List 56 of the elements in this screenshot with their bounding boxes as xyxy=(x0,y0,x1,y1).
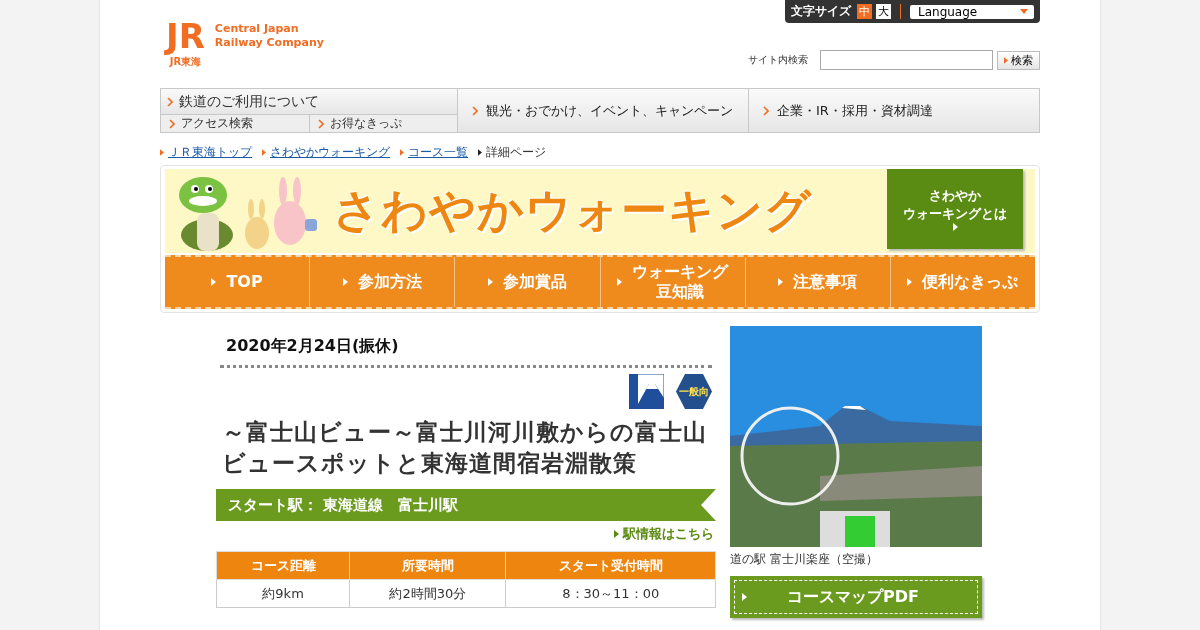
triangle-icon xyxy=(487,278,493,286)
search-button[interactable]: 検索 xyxy=(997,50,1040,70)
breadcrumb-current: 詳細ページ xyxy=(486,145,546,159)
chevron-icon xyxy=(472,105,478,116)
nav-subitem[interactable]: アクセス検索 xyxy=(161,115,310,132)
triangle-icon xyxy=(617,278,623,286)
text-size-option[interactable]: 大 xyxy=(876,4,891,19)
breadcrumb-arrow-icon xyxy=(262,148,266,156)
breadcrumb-arrow-icon xyxy=(478,148,482,156)
table-cell: 8：30～11：00 xyxy=(505,579,716,608)
triangle-icon xyxy=(742,593,747,601)
logo-subtitle: JR東海 xyxy=(169,56,202,68)
event-date: 2020年2月24日(振休) xyxy=(220,326,712,368)
course-title: ～富士山ビュー～富士川河川敷からの富士山ビュースポットと東海道間宿岩淵散策 xyxy=(222,418,708,478)
breadcrumb-link[interactable]: コース一覧 xyxy=(408,145,468,159)
column-header: スタート受付時間 xyxy=(505,551,716,580)
banner-title: さわやかウォーキング xyxy=(333,182,812,239)
chevron-icon xyxy=(167,96,173,107)
company-name: Railway Company xyxy=(214,36,324,50)
language-dropdown[interactable]: Language xyxy=(910,4,1034,19)
about-label: ウォーキングとは xyxy=(903,205,1007,223)
triangle-icon xyxy=(342,278,348,286)
triangle-icon xyxy=(614,530,619,538)
start-station-banner: スタート駅： 東海道線 富士川駅 xyxy=(216,489,716,521)
photo-caption: 道の駅 富士川楽座（空撮） xyxy=(730,551,879,568)
logo-mark-text: JR xyxy=(166,16,205,56)
column-header: コース距離 xyxy=(216,551,350,580)
nav-subitem[interactable]: お得なきっぷ xyxy=(309,115,457,132)
breadcrumb-arrow-icon xyxy=(160,148,164,156)
breadcrumb-arrow-icon xyxy=(400,148,404,156)
company-name: Central Japan xyxy=(214,22,300,36)
breadcrumb-link[interactable]: さわやかウォーキング xyxy=(270,145,390,159)
column-header: 所要時間 xyxy=(349,551,506,580)
triangle-icon xyxy=(211,278,217,286)
triangle-icon xyxy=(778,278,784,286)
triangle-icon xyxy=(952,223,958,231)
triangle-icon xyxy=(1004,56,1008,64)
about-button[interactable]: さわやか ウォーキングとは xyxy=(887,169,1023,249)
chevron-icon xyxy=(169,118,175,129)
station-info-link[interactable]: 駅情報はこちら xyxy=(218,525,714,543)
search-field[interactable] xyxy=(820,50,993,70)
table-cell: 約9km xyxy=(216,579,350,608)
nav-item[interactable]: 観光・おでかけ、イベント、キャンペーン xyxy=(457,89,748,132)
about-label: さわやか xyxy=(929,187,981,205)
nav-item[interactable]: 鉄道のご利用について xyxy=(161,89,457,115)
triangle-icon xyxy=(907,278,913,286)
nav-item[interactable]: 企業・IR・採用・資材調達 xyxy=(748,89,1039,132)
level-badge: 一般向 xyxy=(676,374,712,409)
search-label: サイト内検索 xyxy=(748,53,808,67)
mountain-icon xyxy=(629,374,664,409)
chevron-icon xyxy=(317,118,324,129)
breadcrumb-link[interactable]: ＪＲ東海トップ xyxy=(168,145,252,159)
caret-icon xyxy=(1020,9,1028,14)
table-cell: 約2時間30分 xyxy=(349,579,506,608)
chevron-icon xyxy=(763,105,769,116)
text-size-label: 文字サイズ xyxy=(791,3,851,20)
